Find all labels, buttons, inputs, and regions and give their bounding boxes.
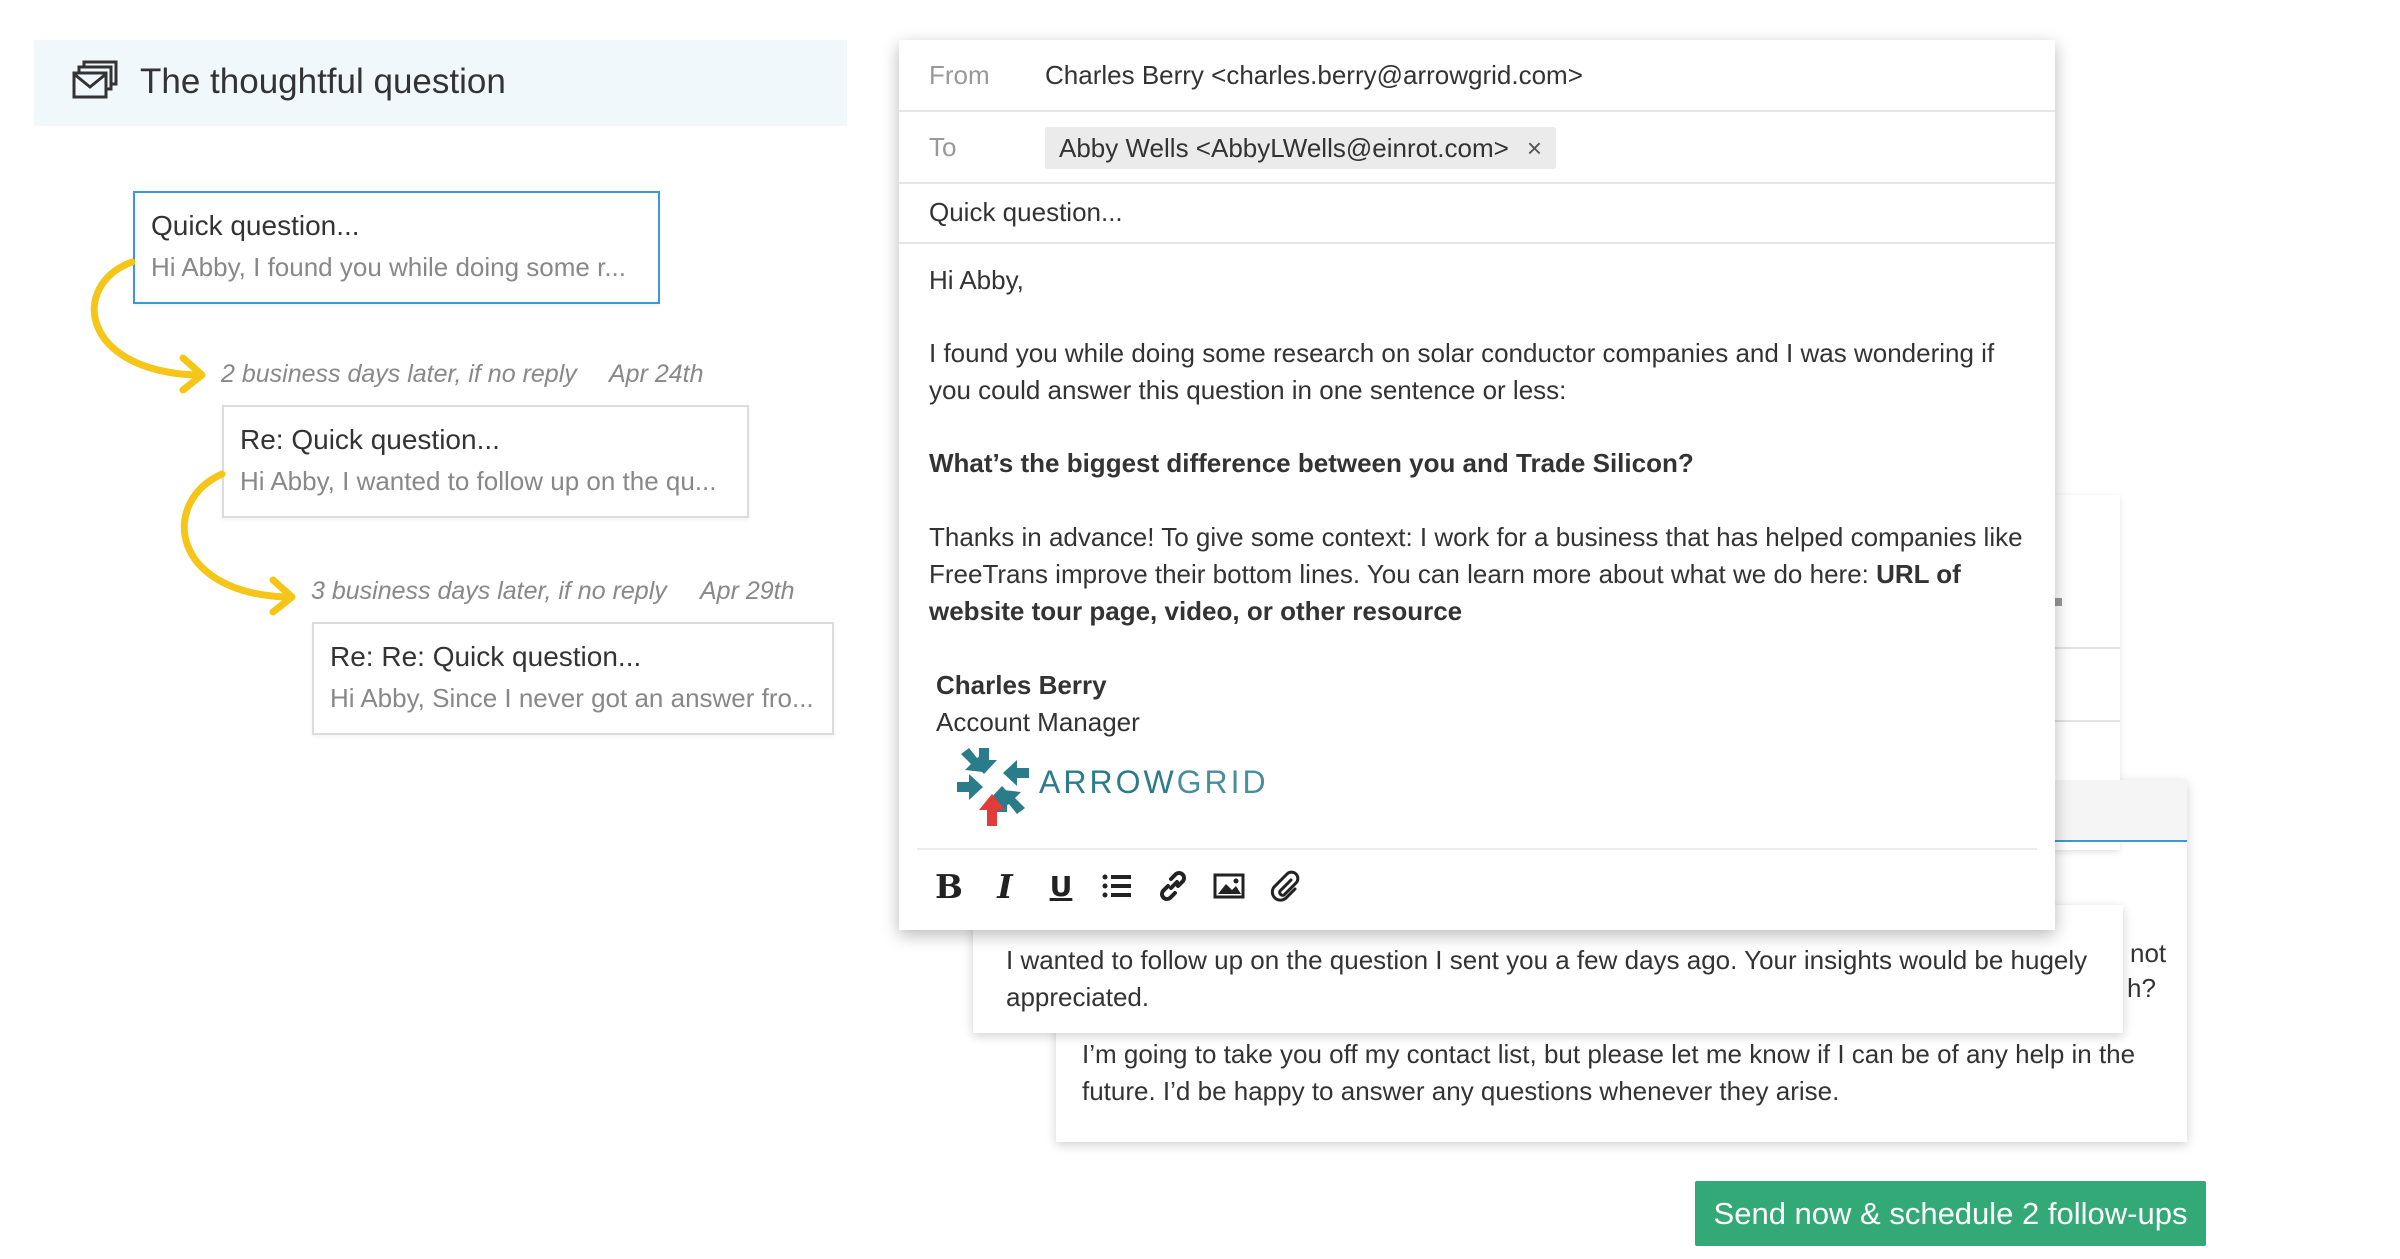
- step-date[interactable]: Apr 29th: [700, 577, 795, 606]
- arrowgrid-logo-text: ARROWGRID: [1039, 764, 1269, 801]
- stacked-emails-icon: [72, 60, 118, 99]
- body-link-placeholder: URL of: [1876, 559, 1961, 589]
- signature-title: Account Manager: [936, 707, 1140, 737]
- recipient-chip-label: Abby Wells <AbbyLWells@einrot.com>: [1059, 133, 1509, 163]
- body-link-placeholder: website tour page, video, or other resou…: [929, 596, 1463, 626]
- link-icon[interactable]: [1153, 866, 1193, 906]
- followup-1-line: I wanted to follow up on the question I …: [1006, 945, 2088, 975]
- step-preview: Hi Abby, I wanted to follow up on the qu…: [240, 466, 717, 496]
- step-subject: Quick question...: [151, 210, 360, 241]
- recipient-chip[interactable]: Abby Wells <AbbyLWells@einrot.com> ×: [1045, 127, 1556, 169]
- to-label: To: [929, 132, 957, 162]
- step-preview: Hi Abby, I found you while doing some r.…: [151, 252, 627, 282]
- followup-2-line: I’m going to take you off my contact lis…: [1082, 1039, 2136, 1069]
- stacked-card-header: [2040, 780, 2187, 842]
- from-row: From Charles Berry <charles.berry@arrowg…: [899, 40, 2055, 112]
- step-date[interactable]: Apr 24th: [609, 360, 704, 389]
- step-subject: Re: Re: Quick question...: [330, 641, 642, 672]
- arrowgrid-logo: ARROWGRID: [955, 746, 1275, 826]
- body-question: What’s the biggest difference between yo…: [929, 448, 1694, 478]
- followup-peek-text: h?: [2127, 973, 2156, 1003]
- followup-2-line: future. I’d be happy to answer any quest…: [1082, 1076, 1840, 1106]
- subject-row: Quick question...: [899, 184, 2055, 244]
- body-line: Thanks in advance! To give some context:…: [929, 522, 2023, 552]
- step-delay: 3 business days later, if no reply: [311, 577, 667, 605]
- list-icon[interactable]: [1097, 866, 1137, 906]
- step-delay: 2 business days later, if no reply: [221, 360, 577, 388]
- send-and-schedule-button[interactable]: Send now & schedule 2 follow-ups: [1695, 1181, 2206, 1246]
- bold-icon[interactable]: B: [929, 866, 969, 906]
- step-subject: Re: Quick question...: [240, 424, 500, 455]
- followup-arrow-icon: [180, 470, 296, 616]
- from-label: From: [929, 60, 990, 90]
- sequence-title: The thoughtful question: [140, 62, 506, 101]
- body-line: you could answer this question in one se…: [929, 375, 1567, 405]
- subject-field[interactable]: Quick question...: [929, 197, 1123, 228]
- arrowgrid-logo-mark-icon: [957, 748, 1029, 826]
- followup-peek-text: not: [2130, 938, 2167, 968]
- step-preview: Hi Abby, Since I never got an answer fro…: [330, 683, 814, 713]
- toolbar-divider: [917, 848, 2037, 850]
- followup-1-line: appreciated.: [1006, 982, 1150, 1012]
- italic-icon[interactable]: I: [985, 866, 1025, 906]
- email-composer: From Charles Berry <charles.berry@arrowg…: [899, 40, 2055, 930]
- logo-text-part: GRID: [1176, 764, 1269, 800]
- from-field[interactable]: Charles Berry <charles.berry@arrowgrid.c…: [1045, 60, 1583, 91]
- followup-arrow-icon: [90, 258, 206, 394]
- attachment-icon[interactable]: [1265, 866, 1305, 906]
- remove-recipient-icon[interactable]: ×: [1527, 133, 1542, 163]
- image-icon[interactable]: [1209, 866, 1249, 906]
- signature-name: Charles Berry: [936, 670, 1107, 700]
- sequence-step-3[interactable]: Re: Re: Quick question... Hi Abby, Since…: [312, 622, 834, 735]
- logo-text-part: ARROW: [1039, 764, 1177, 800]
- sequence-header: The thoughtful question: [34, 40, 847, 126]
- body-greeting: Hi Abby,: [929, 265, 1024, 295]
- to-row: To Abby Wells <AbbyLWells@einrot.com> ×: [899, 112, 2055, 184]
- body-line: I found you while doing some research on…: [929, 338, 1995, 368]
- body-line: FreeTrans improve their bottom lines. Yo…: [929, 556, 1961, 593]
- underline-icon[interactable]: U: [1041, 866, 1081, 906]
- body-text-segment: FreeTrans improve their bottom lines. Yo…: [929, 559, 1877, 589]
